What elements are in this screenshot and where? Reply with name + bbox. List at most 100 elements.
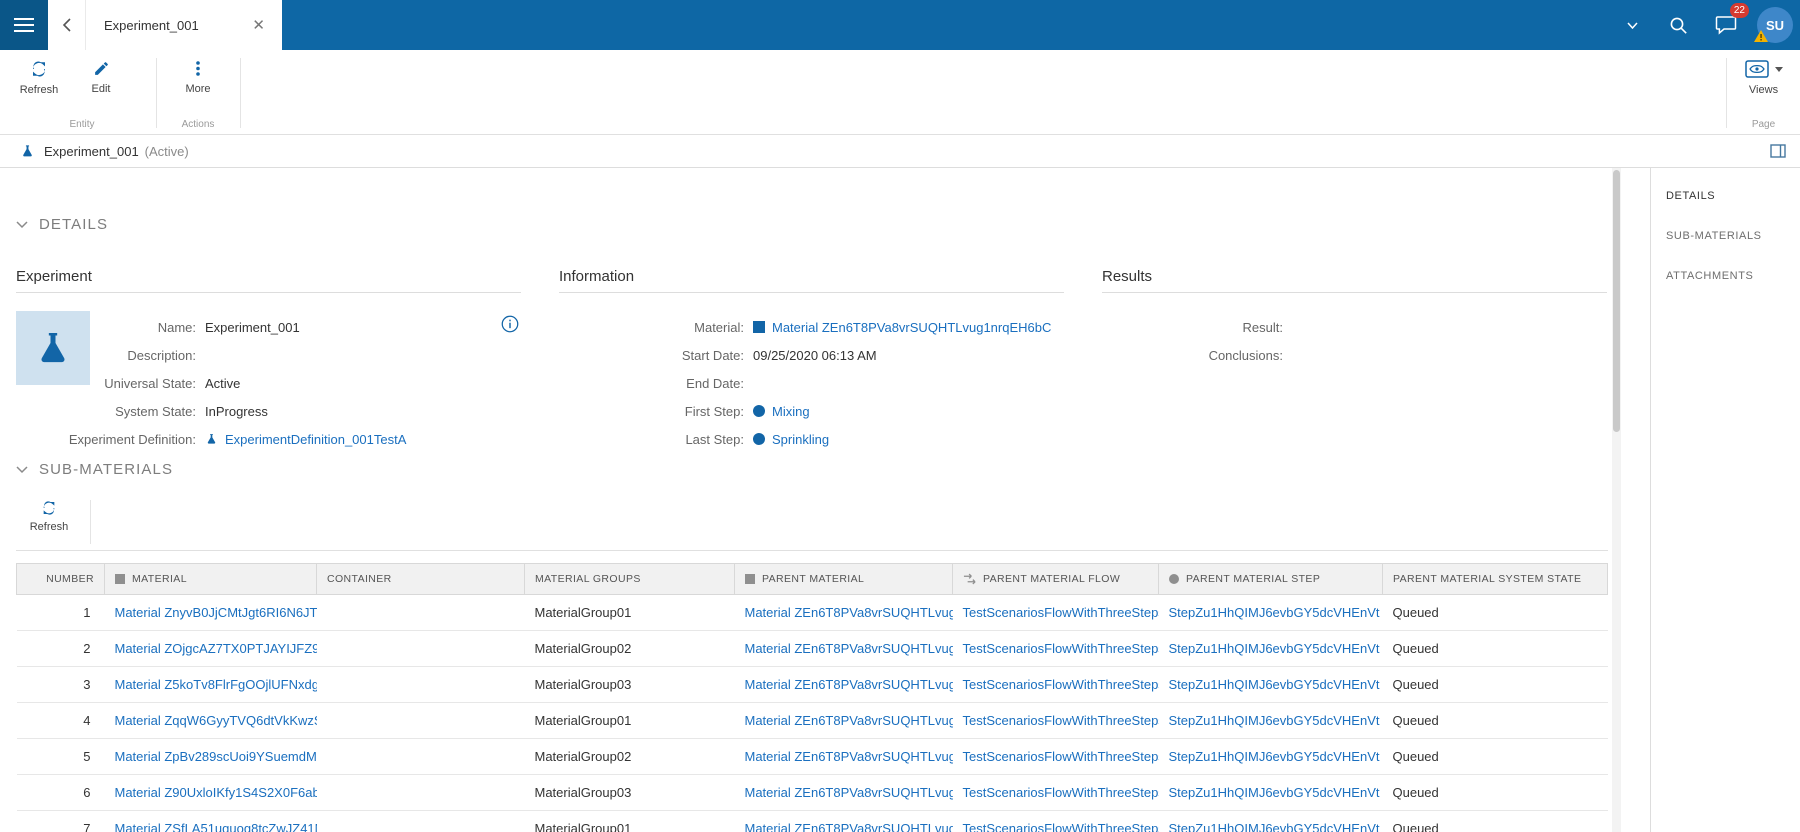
notifications-button[interactable]: 22 <box>1702 0 1750 50</box>
cell-parent-material-flow: TestScenariosFlowWithThreeSteps <box>952 666 1159 703</box>
material-link[interactable]: Material Z90UxloIKfy1S4S2X0F6ab <box>115 785 317 800</box>
table-row[interactable]: 3 Material Z5koTv8FlrFgOOjlUFNxdg Material… <box>16 666 1608 703</box>
col-parent-material-system-state[interactable]: PARENT MATERIAL SYSTEM STATE <box>1382 563 1608 595</box>
info-button[interactable] <box>501 315 519 338</box>
tab-close-icon[interactable]: ✕ <box>248 14 269 36</box>
col-material-groups[interactable]: MATERIAL GROUPS <box>524 563 735 595</box>
table-row[interactable]: 2 Material ZOjgcAZ7TX0PTJAYIJFZ9Fp Materia… <box>16 630 1608 667</box>
cell-parent-material-flow: TestScenariosFlowWithThreeSteps <box>952 702 1159 739</box>
material-link[interactable]: Material ZqqW6GyyTVQ6dtVkKwzS <box>115 713 317 728</box>
cell-container <box>316 810 525 832</box>
table-row[interactable]: 4 Material ZqqW6GyyTVQ6dtVkKwzS MaterialGr… <box>16 702 1608 739</box>
last-step-link[interactable]: Sprinkling <box>772 432 829 447</box>
avatar-initials: SU <box>1765 17 1785 33</box>
cell-parent-material-step: StepZu1HhQIMJ6evbGY5dcVHEnVt <box>1158 666 1383 703</box>
cell-material: Material ZqqW6GyyTVQ6dtVkKwzS <box>104 702 317 739</box>
cell-number: 3 <box>16 666 105 703</box>
details-section-header[interactable]: DETAILS <box>16 216 108 233</box>
cell-parent-material-system-state: Queued <box>1382 702 1608 739</box>
user-menu-button[interactable]: SU <box>1750 0 1800 50</box>
col-container[interactable]: CONTAINER <box>316 563 525 595</box>
table-row[interactable]: 1 Material ZnyvB0JjCMtJgt6RI6N6JTm Materia… <box>16 594 1608 631</box>
experiment-definition-link[interactable]: ExperimentDefinition_001TestA <box>225 432 406 447</box>
details-grid: Experiment Name: Experiment_001 Descript… <box>16 268 1607 453</box>
col-number[interactable]: NUMBER <box>16 563 105 595</box>
cell-parent-material-flow: TestScenariosFlowWithThreeSteps <box>952 738 1159 775</box>
refresh-button[interactable]: Refresh <box>8 58 70 96</box>
step-icon <box>753 433 765 445</box>
actions-group-label: Actions <box>181 119 215 130</box>
parent-material-link[interactable]: Material ZEn6T8PVa8vrSUQHTLvug <box>745 605 953 620</box>
content: DETAILS Experiment Name: Experiment_001 … <box>0 168 1800 832</box>
page-group-label: Page <box>1751 119 1776 130</box>
cell-parent-material-system-state: Queued <box>1382 774 1608 811</box>
submaterials-refresh-button[interactable]: Refresh <box>18 500 80 533</box>
refresh-label: Refresh <box>29 521 69 533</box>
parent-material-flow-link[interactable]: TestScenariosFlowWithThreeSteps <box>963 605 1159 620</box>
cell-parent-material-system-state: Queued <box>1382 666 1608 703</box>
edit-button[interactable]: Edit <box>70 58 132 96</box>
notification-badge: 22 <box>1729 3 1749 18</box>
submaterials-section-header[interactable]: SUB-MATERIALS <box>16 461 173 478</box>
parent-material-step-link[interactable]: StepZu1HhQIMJ6evbGY5dcVHEnVt <box>1169 677 1380 692</box>
parent-material-flow-link[interactable]: TestScenariosFlowWithThreeSteps <box>963 641 1159 656</box>
material-link[interactable]: Material ZnyvB0JjCMtJgt6RI6N6JTm <box>115 605 317 620</box>
parent-material-step-link[interactable]: StepZu1HhQIMJ6evbGY5dcVHEnVt <box>1169 605 1380 620</box>
cell-parent-material-system-state: Queued <box>1382 594 1608 631</box>
parent-material-step-link[interactable]: StepZu1HhQIMJ6evbGY5dcVHEnVt <box>1169 641 1380 656</box>
parent-material-step-link[interactable]: StepZu1HhQIMJ6evbGY5dcVHEnVt <box>1169 785 1380 800</box>
parent-material-link[interactable]: Material ZEn6T8PVa8vrSUQHTLvug <box>745 821 953 832</box>
col-parent-material[interactable]: PARENT MATERIAL <box>734 563 953 595</box>
parent-material-step-link[interactable]: StepZu1HhQIMJ6evbGY5dcVHEnVt <box>1169 749 1380 764</box>
scrollbar-thumb[interactable] <box>1613 170 1620 432</box>
parent-material-link[interactable]: Material ZEn6T8PVa8vrSUQHTLvug <box>745 749 953 764</box>
views-button[interactable]: Views <box>1733 58 1795 96</box>
nav-item-details[interactable]: DETAILS <box>1651 184 1800 208</box>
tab-experiment[interactable]: Experiment_001 ✕ <box>86 0 282 50</box>
table-row[interactable]: 7 Material ZSfLA51uguog8tcZwJZ41M Material… <box>16 810 1608 832</box>
col-parent-material-step[interactable]: PARENT MATERIAL STEP <box>1158 563 1383 595</box>
vertical-scrollbar[interactable] <box>1612 168 1621 832</box>
field-value: InProgress <box>205 403 268 419</box>
col-material[interactable]: MATERIAL <box>104 563 317 595</box>
material-link[interactable]: Material ZEn6T8PVa8vrSUQHTLvug1nrqEH6bC <box>772 320 1051 335</box>
parent-material-link[interactable]: Material ZEn6T8PVa8vrSUQHTLvug <box>745 677 953 692</box>
field-value: Experiment_001 <box>205 319 300 335</box>
parent-material-flow-link[interactable]: TestScenariosFlowWithThreeSteps <box>963 785 1159 800</box>
entity-group-label: Entity <box>69 119 95 130</box>
more-button[interactable]: More <box>167 58 229 95</box>
parent-material-flow-link[interactable]: TestScenariosFlowWithThreeSteps <box>963 713 1159 728</box>
open-panel-button[interactable] <box>1770 144 1786 158</box>
tab-scroll-left-button[interactable] <box>48 0 86 50</box>
step-icon <box>753 405 765 417</box>
first-step-link[interactable]: Mixing <box>772 404 810 419</box>
cell-material: Material ZOjgcAZ7TX0PTJAYIJFZ9Fp <box>104 630 317 667</box>
cell-number: 5 <box>16 738 105 775</box>
parent-material-step-link[interactable]: StepZu1HhQIMJ6evbGY5dcVHEnVt <box>1169 713 1380 728</box>
parent-material-flow-link[interactable]: TestScenariosFlowWithThreeSteps <box>963 821 1159 832</box>
material-link[interactable]: Material ZOjgcAZ7TX0PTJAYIJFZ9Fp <box>115 641 317 656</box>
flask-icon <box>41 333 65 363</box>
table-row[interactable]: 6 Material Z90UxloIKfy1S4S2X0F6ab Material… <box>16 774 1608 811</box>
parent-material-link[interactable]: Material ZEn6T8PVa8vrSUQHTLvug <box>745 713 953 728</box>
cell-parent-material-flow: TestScenariosFlowWithThreeSteps <box>952 810 1159 832</box>
col-parent-material-flow[interactable]: PARENT MATERIAL FLOW <box>952 563 1159 595</box>
parent-material-link[interactable]: Material ZEn6T8PVa8vrSUQHTLvug <box>745 641 953 656</box>
parent-material-flow-link[interactable]: TestScenariosFlowWithThreeSteps <box>963 749 1159 764</box>
material-link[interactable]: Material Z5koTv8FlrFgOOjlUFNxdg <box>115 677 317 692</box>
nav-item-sub-materials[interactable]: SUB-MATERIALS <box>1651 224 1800 248</box>
parent-material-flow-link[interactable]: TestScenariosFlowWithThreeSteps <box>963 677 1159 692</box>
parent-material-link[interactable]: Material ZEn6T8PVa8vrSUQHTLvug <box>745 785 953 800</box>
parent-material-step-link[interactable]: StepZu1HhQIMJ6evbGY5dcVHEnVt <box>1169 821 1380 832</box>
nav-item-attachments[interactable]: ATTACHMENTS <box>1651 264 1800 288</box>
information-title: Information <box>559 268 1064 293</box>
material-link[interactable]: Material ZSfLA51uguog8tcZwJZ41M <box>115 821 317 832</box>
field-value: Mixing <box>753 404 810 419</box>
hamburger-menu-button[interactable] <box>0 0 48 50</box>
search-button[interactable] <box>1654 0 1702 50</box>
field-row: Last Step: Sprinkling <box>559 425 1064 453</box>
table-row[interactable]: 5 Material ZpBv289scUoi9YSuemdM MaterialGr… <box>16 738 1608 775</box>
cell-number: 2 <box>16 630 105 667</box>
topbar-dropdown-button[interactable] <box>1610 0 1654 50</box>
material-link[interactable]: Material ZpBv289scUoi9YSuemdM <box>115 749 317 764</box>
